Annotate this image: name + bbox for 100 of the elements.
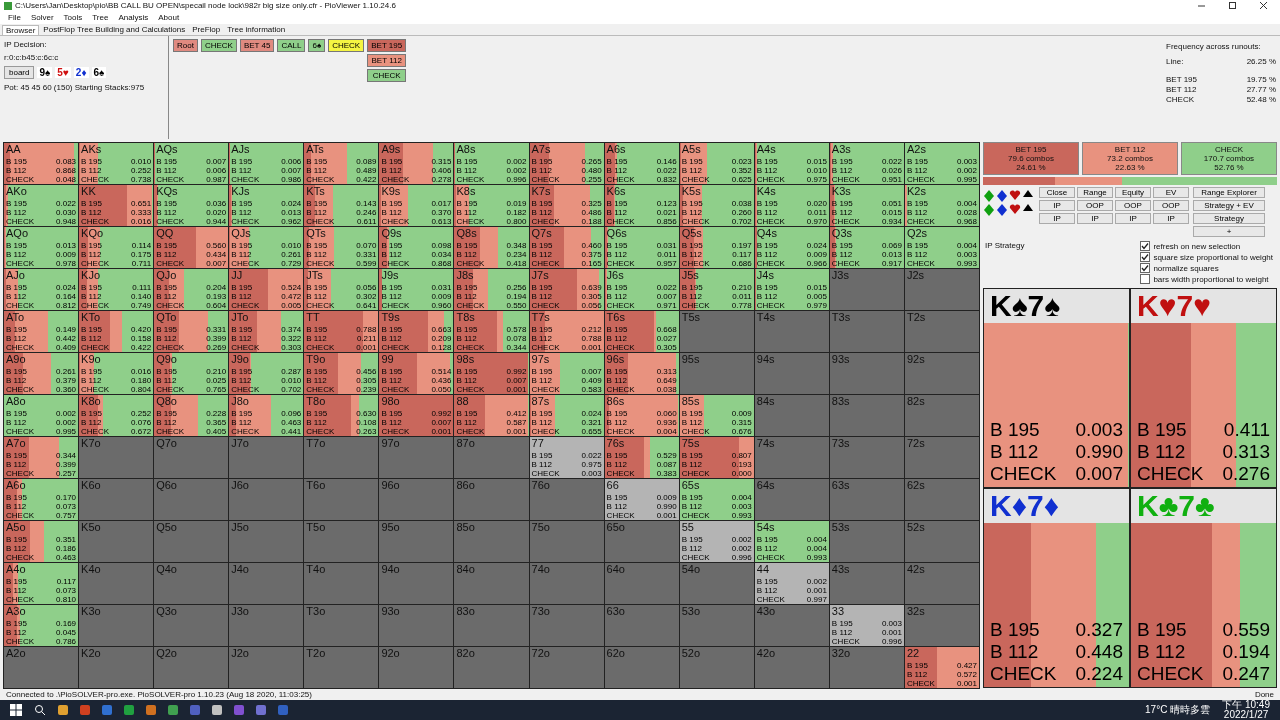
menu-item[interactable]: About [158,13,180,23]
path-node[interactable]: CALL [277,38,306,52]
app-icon[interactable] [256,705,266,715]
tab[interactable]: Tree information [224,24,289,35]
checkbox[interactable] [1140,252,1151,263]
hand-cell[interactable]: Q2o [154,647,229,689]
tab[interactable]: PreFlop [189,24,224,35]
view-button[interactable]: IP [1039,200,1075,212]
hand-cell[interactable]: 72s [904,437,979,479]
hand-cell[interactable]: 92o [379,647,454,689]
hand-cell[interactable]: 82s [904,395,979,437]
path-node[interactable]: CHECK [328,38,365,52]
app-icon[interactable] [190,705,200,715]
windows-logo-icon[interactable] [10,704,22,716]
hand-cell[interactable]: T9s B 195 0.663 B 112 0.209 CHECK 0.128 [379,311,454,353]
hand-cell[interactable]: K2s B 195 0.004 B 112 0.028 CHECK 0.968 [904,185,979,227]
hand-cell[interactable]: 42s [904,563,979,605]
hand-cell[interactable]: J9s B 195 0.031 B 112 0.009 CHECK 0.960 [379,269,454,311]
hand-cell[interactable]: Q2s B 195 0.004 B 112 0.003 CHECK 0.993 [904,227,979,269]
hand-cell[interactable]: 92s [904,353,979,395]
hand-cell[interactable]: 52o [679,647,754,689]
hand-cell[interactable]: Q3s B 195 0.069 B 112 0.013 CHECK 0.917 [829,227,904,269]
path-node[interactable]: CHECK [200,38,237,52]
hand-cell[interactable]: Q7s B 195 0.460 B 112 0.375 CHECK 0.165 [529,227,604,269]
hand-cell[interactable]: 43s [829,563,904,605]
search-icon[interactable] [34,704,46,716]
hand-cell[interactable]: AKs B 195 0.010 B 112 0.252 CHECK 0.738 [79,143,154,185]
hand-cell[interactable]: 86o [454,479,529,521]
action-node[interactable]: CHECK [367,68,407,82]
hand-cell[interactable]: 74o [529,563,604,605]
app-icon[interactable] [58,705,68,715]
app-icon[interactable] [234,705,244,715]
hand-cell[interactable]: J2o [229,647,304,689]
hand-cell[interactable]: A7s B 195 0.265 B 112 0.480 CHECK 0.255 [529,143,604,185]
action-node[interactable]: BET 112 [367,53,407,67]
hand-cell[interactable]: 44 B 195 0.002 B 112 0.001 CHECK 0.997 [754,563,829,605]
hand-cell[interactable]: 98o B 195 0.992 B 112 0.007 CHECK 0.001 [379,395,454,437]
hand-cell[interactable]: 94s [754,353,829,395]
hand-cell[interactable]: J6o [229,479,304,521]
hand-cell[interactable]: QTo B 195 0.331 B 112 0.399 CHECK 0.269 [154,311,229,353]
hand-cell[interactable]: 76s B 195 0.529 B 112 0.087 CHECK 0.383 [604,437,679,479]
hand-cell[interactable]: 87s B 195 0.024 B 112 0.321 CHECK 0.655 [529,395,604,437]
hand-cell[interactable]: T4o [304,563,379,605]
hand-cell[interactable]: 85o [454,521,529,563]
hand-cell[interactable]: 53s [829,521,904,563]
hand-cell[interactable]: ATo B 195 0.149 B 112 0.442 CHECK 0.409 [4,311,79,353]
hand-cell[interactable]: 75s B 195 0.807 B 112 0.193 CHECK 0.000 [679,437,754,479]
hand-cell[interactable]: 65o [604,521,679,563]
hand-cell[interactable]: QTs B 195 0.070 B 112 0.331 CHECK 0.599 [304,227,379,269]
hand-cell[interactable]: Q7o [154,437,229,479]
hand-cell[interactable]: A5o B 195 0.351 B 112 0.186 CHECK 0.463 [4,521,79,563]
hand-cell[interactable]: K8s B 195 0.019 B 112 0.182 CHECK 0.800 [454,185,529,227]
view-button[interactable]: Range Explorer [1193,187,1265,199]
hand-cell[interactable]: T3s [829,311,904,353]
hand-cell[interactable]: A4o B 195 0.117 B 112 0.073 CHECK 0.810 [4,563,79,605]
hand-cell[interactable]: A6s B 195 0.146 B 112 0.022 CHECK 0.832 [604,143,679,185]
hand-cell[interactable]: QJs B 195 0.010 B 112 0.261 CHECK 0.729 [229,227,304,269]
hand-cell[interactable]: KQo B 195 0.114 B 112 0.175 CHECK 0.711 [79,227,154,269]
hand-cell[interactable]: KTs B 195 0.143 B 112 0.246 CHECK 0.611 [304,185,379,227]
hand-cell[interactable]: JTs B 195 0.056 B 112 0.302 CHECK 0.641 [304,269,379,311]
hand-cell[interactable]: J2s [904,269,979,311]
hand-cell[interactable]: T2s [904,311,979,353]
hand-cell[interactable]: 75o [529,521,604,563]
hand-cell[interactable]: 86s B 195 0.060 B 112 0.936 CHECK 0.004 [604,395,679,437]
hand-cell[interactable]: Q3o [154,605,229,647]
hand-cell[interactable]: 72o [529,647,604,689]
hand-cell[interactable]: T6s B 195 0.668 B 112 0.027 CHECK 0.305 [604,311,679,353]
hand-cell[interactable]: A2s B 195 0.003 B 112 0.002 CHECK 0.995 [904,143,979,185]
hand-cell[interactable]: 76o [529,479,604,521]
view-button[interactable]: OOP [1077,200,1113,212]
hand-cell[interactable]: J8s B 195 0.256 B 112 0.194 CHECK 0.550 [454,269,529,311]
hand-cell[interactable]: KJs B 195 0.024 B 112 0.013 CHECK 0.962 [229,185,304,227]
view-button[interactable]: Strategy [1193,213,1265,225]
close-icon[interactable] [1259,1,1268,11]
hand-cell[interactable]: J7o [229,437,304,479]
hand-cell[interactable]: T3o [304,605,379,647]
view-button[interactable]: + [1193,226,1265,238]
hand-cell[interactable]: 85s B 195 0.009 B 112 0.315 CHECK 0.676 [679,395,754,437]
hand-cell[interactable]: A7o B 195 0.344 B 112 0.399 CHECK 0.257 [4,437,79,479]
hand-cell[interactable]: K2o [79,647,154,689]
hand-cell[interactable]: T8o B 195 0.630 B 112 0.108 CHECK 0.263 [304,395,379,437]
hand-cell[interactable]: T2o [304,647,379,689]
hand-cell[interactable]: KJo B 195 0.111 B 112 0.140 CHECK 0.749 [79,269,154,311]
hand-cell[interactable]: A8o B 195 0.002 B 112 0.002 CHECK 0.995 [4,395,79,437]
hand-cell[interactable]: KK B 195 0.651 B 112 0.333 CHECK 0.016 [79,185,154,227]
board-button[interactable]: board [4,65,35,79]
hand-cell[interactable]: J4o [229,563,304,605]
hand-cell[interactable]: 95o [379,521,454,563]
app-icon[interactable] [102,705,112,715]
hand-cell[interactable]: Q4s B 195 0.024 B 112 0.009 CHECK 0.966 [754,227,829,269]
hand-cell[interactable]: 43o [754,605,829,647]
hand-cell[interactable]: QJo B 195 0.204 B 112 0.193 CHECK 0.604 [154,269,229,311]
menu-item[interactable]: Tools [63,13,83,23]
hand-cell[interactable]: 65s B 195 0.004 B 112 0.003 CHECK 0.993 [679,479,754,521]
hand-cell[interactable]: 84s [754,395,829,437]
hand-cell[interactable]: 98s B 195 0.992 B 112 0.007 CHECK 0.001 [454,353,529,395]
hand-cell[interactable]: A5s B 195 0.023 B 112 0.352 CHECK 0.625 [679,143,754,185]
hand-cell[interactable]: JJ B 195 0.524 B 112 0.472 CHECK 0.005 [229,269,304,311]
hand-cell[interactable]: 63s [829,479,904,521]
view-button[interactable]: EV [1153,187,1189,199]
